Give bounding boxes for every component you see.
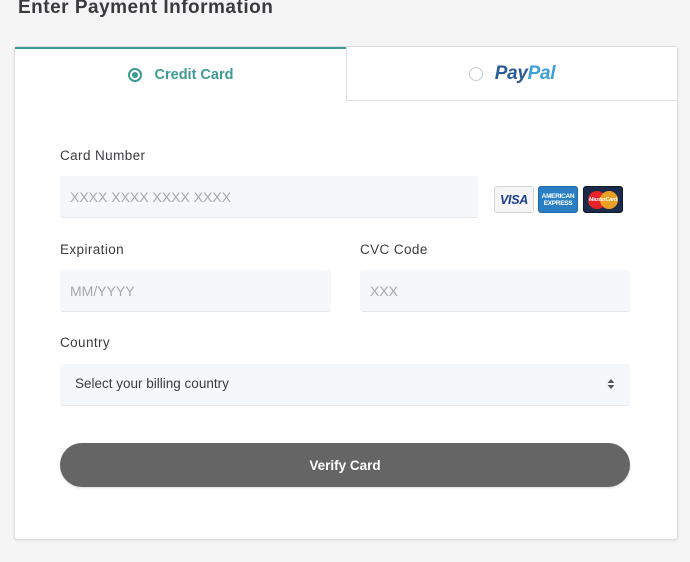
paypal-logo-part2: Pal [527,62,556,84]
cvc-code-input[interactable] [360,270,630,312]
page-title: Enter Payment Information [18,0,274,18]
country-select-value: Select your billing country [75,376,229,391]
visa-logo-text: VISA [500,192,528,207]
mastercard-logo: MasterCard [583,186,623,213]
card-number-label: Card Number [60,148,146,163]
card-number-input[interactable] [60,176,478,218]
payment-form-card: Credit Card PayPal Card Number VISA AMER… [14,46,678,540]
radio-selected-icon[interactable] [127,68,142,82]
expiration-input[interactable] [60,270,331,312]
amex-logo-line1: AMERICAN [541,192,575,200]
country-label: Country [60,335,111,350]
amex-logo: AMERICAN EXPRESS [538,186,578,213]
verify-card-button[interactable]: Verify Card [60,443,630,487]
mastercard-logo-text: MasterCard [588,197,618,203]
paypal-logo: PayPal [495,63,556,85]
tab-credit-card[interactable]: Credit Card [15,47,346,101]
tab-credit-card-label: Credit Card [154,67,234,83]
country-select[interactable]: Select your billing country [60,364,630,406]
tab-paypal[interactable]: PayPal [346,47,677,101]
sort-arrows-icon [607,379,615,389]
cvc-code-label: CVC Code [360,242,428,257]
radio-unselected-icon[interactable] [468,66,483,81]
amex-logo-line2: EXPRESS [543,199,573,207]
visa-logo: VISA [494,186,534,213]
paypal-logo-part1: Pay [494,62,528,84]
expiration-label: Expiration [60,242,125,257]
